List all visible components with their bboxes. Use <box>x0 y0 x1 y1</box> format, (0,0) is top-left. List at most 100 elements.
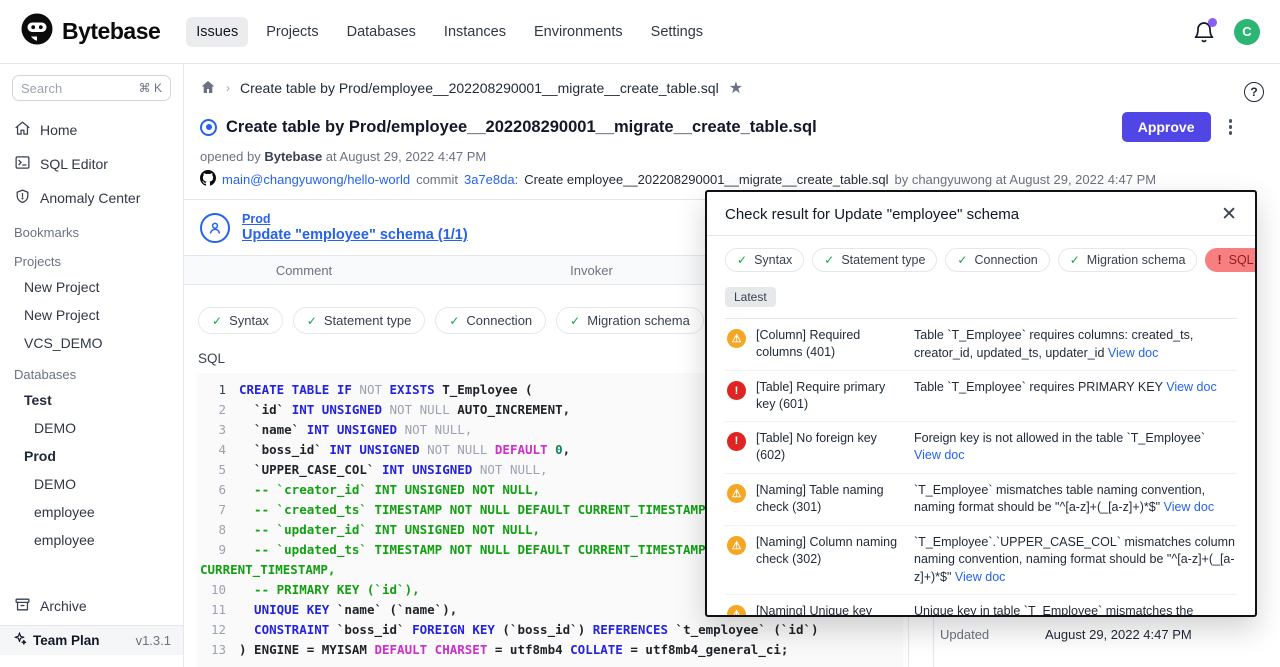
avatar[interactable]: C <box>1234 19 1260 45</box>
warning-icon: ⚠ <box>727 484 746 503</box>
check-result-row: ![Table] No foreign key (602)Foreign key… <box>725 422 1237 474</box>
sidebar-item-label: SQL Editor <box>40 156 108 172</box>
exclamation-icon <box>1217 253 1221 267</box>
sidebar-item-test[interactable]: Test <box>0 386 183 414</box>
error-icon: ! <box>727 381 746 400</box>
check-label: Syntax <box>754 253 792 267</box>
nav-item-environments[interactable]: Environments <box>524 17 633 47</box>
view-doc-link[interactable]: View doc <box>1164 500 1215 514</box>
line-number: 7 <box>197 500 239 520</box>
check-badge-sql-review[interactable]: SQL review <box>1205 248 1257 272</box>
check-badge-migration-schema[interactable]: Migration schema <box>1058 248 1198 272</box>
nav-item-instances[interactable]: Instances <box>434 17 516 47</box>
view-doc-link[interactable]: View doc <box>1108 346 1159 360</box>
line-number: 10 <box>197 580 239 600</box>
check-badge-migration-schema[interactable]: Migration schema <box>556 307 704 334</box>
check-badge-connection[interactable]: Connection <box>435 307 546 334</box>
brand-name: Bytebase <box>62 18 160 45</box>
check-label: Migration schema <box>587 313 690 328</box>
code-text: -- `updated_ts` TIMESTAMP NOT NULL DEFAU… <box>239 540 781 560</box>
section-label-projects: Projects <box>0 244 183 273</box>
check-label: Statement type <box>841 253 925 267</box>
check-icon <box>212 314 222 328</box>
warning-icon: ⚠ <box>727 329 746 348</box>
commit-branch-link[interactable]: main@changyuwong/hello-world <box>222 172 410 187</box>
sidebar-item-employee[interactable]: employee <box>0 498 183 526</box>
stage-task-link[interactable]: Update "employee" schema (1/1) <box>242 227 468 243</box>
check-badge-syntax[interactable]: Syntax <box>198 307 283 334</box>
check-badge-statement-type[interactable]: Statement type <box>812 248 937 272</box>
nav-item-databases[interactable]: Databases <box>337 17 426 47</box>
check-badge-statement-type[interactable]: Statement type <box>293 307 426 334</box>
stage-env-link[interactable]: Prod <box>242 212 468 226</box>
issue-header: Create table by Prod/employee__202208290… <box>184 104 1280 142</box>
line-number: 5 <box>197 460 239 480</box>
opened-by-line: opened by Bytebase at August 29, 2022 4:… <box>184 142 1280 164</box>
line-number: 12 <box>197 620 239 640</box>
sidebar-item-label: Anomaly Center <box>40 190 140 206</box>
sql-editor-icon <box>14 154 31 174</box>
code-text: `UPPER_CASE_COL` INT UNSIGNED NOT NULL, <box>239 460 548 480</box>
sidebar-item-demo[interactable]: DEMO <box>0 470 183 498</box>
sidebar-item-archive[interactable]: Archive <box>0 589 183 623</box>
sidebar-item-prod[interactable]: Prod <box>0 442 183 470</box>
check-result-modal: Check result for Update "employee" schem… <box>705 190 1257 617</box>
bytebase-logo-icon <box>20 12 54 51</box>
sidebar: Search ⌘ K HomeSQL EditorAnomaly Center … <box>0 64 184 667</box>
sidebar-item-new-project[interactable]: New Project <box>0 273 183 301</box>
view-doc-link[interactable]: View doc <box>914 448 965 462</box>
sidebar-footer[interactable]: Team Plan v1.3.1 <box>0 625 183 655</box>
help-icon[interactable]: ? <box>1244 82 1264 102</box>
brand[interactable]: Bytebase <box>20 12 160 51</box>
home-icon[interactable] <box>200 79 216 98</box>
code-text: CREATE TABLE IF NOT EXISTS T_Employee ( <box>239 380 533 400</box>
check-label: Syntax <box>229 313 269 328</box>
modal-body: Syntax Statement type Connection Migration … <box>707 236 1255 617</box>
top-nav: Issues Projects Databases Instances Environm… <box>186 17 713 47</box>
line-number: 1 <box>197 380 239 400</box>
check-label: Statement type <box>324 313 411 328</box>
warning-icon: ⚠ <box>727 536 746 555</box>
nav-item-issues[interactable]: Issues <box>186 17 248 47</box>
sidebar-item-home[interactable]: Home <box>0 113 183 147</box>
top-navbar: Bytebase Issues Projects Databases Instance… <box>0 0 1280 64</box>
column-header-comment: Comment <box>184 263 424 278</box>
notification-bell-icon[interactable] <box>1192 20 1216 44</box>
check-badge-syntax[interactable]: Syntax <box>725 248 804 272</box>
topbar-right: C <box>1192 19 1260 45</box>
sidebar-sections: BookmarksProjectsNew ProjectNew ProjectV… <box>0 215 183 554</box>
sidebar-item-new-project[interactable]: New Project <box>0 301 183 329</box>
sidebar-item-demo[interactable]: DEMO <box>0 414 183 442</box>
app-root: Bytebase Issues Projects Databases Instance… <box>0 0 1280 667</box>
code-line: 13) ENGINE = MYISAM DEFAULT CHARSET = ut… <box>197 640 903 660</box>
line-number: 13 <box>197 640 239 660</box>
sidebar-item-anomaly-center[interactable]: Anomaly Center <box>0 181 183 215</box>
close-icon[interactable]: ✕ <box>1221 205 1237 224</box>
view-doc-link[interactable]: View doc <box>955 570 1006 584</box>
check-icon <box>737 253 747 267</box>
view-doc-link[interactable]: View doc <box>1166 380 1217 394</box>
rule-description: Table `T_Employee` requires columns: cre… <box>914 327 1235 362</box>
check-result-row: ⚠[Naming] Unique key naming check (304)U… <box>725 595 1237 617</box>
check-badge-connection[interactable]: Connection <box>945 248 1049 272</box>
breadcrumb-title[interactable]: Create table by Prod/employee__202208290… <box>240 80 719 96</box>
commit-hash-link[interactable]: 3a7e8da: <box>464 172 518 187</box>
sidebar-item-vcs-demo[interactable]: VCS_DEMO <box>0 329 183 357</box>
search-shortcut: ⌘ K <box>139 81 162 95</box>
search-input[interactable]: Search ⌘ K <box>12 75 171 101</box>
sidebar-item-employee[interactable]: employee <box>0 526 183 554</box>
code-text: CONSTRAINT `boss_id` FOREIGN KEY (`boss_… <box>239 620 819 640</box>
approve-button[interactable]: Approve <box>1122 112 1211 142</box>
star-icon[interactable]: ★ <box>729 78 743 98</box>
archive-label: Archive <box>40 598 87 614</box>
code-text: `boss_id` INT UNSIGNED NOT NULL DEFAULT … <box>239 440 570 460</box>
more-actions-icon[interactable] <box>1225 115 1237 139</box>
line-number: 4 <box>197 440 239 460</box>
rule-description: Unique key in table `T_Employee` mismatc… <box>914 603 1235 617</box>
warning-icon: ⚠ <box>727 605 746 617</box>
nav-item-settings[interactable]: Settings <box>641 17 713 47</box>
meta-value: August 29, 2022 4:47 PM <box>1045 627 1192 642</box>
sidebar-item-sql-editor[interactable]: SQL Editor <box>0 147 183 181</box>
home-icon <box>14 120 31 140</box>
nav-item-projects[interactable]: Projects <box>256 17 328 47</box>
